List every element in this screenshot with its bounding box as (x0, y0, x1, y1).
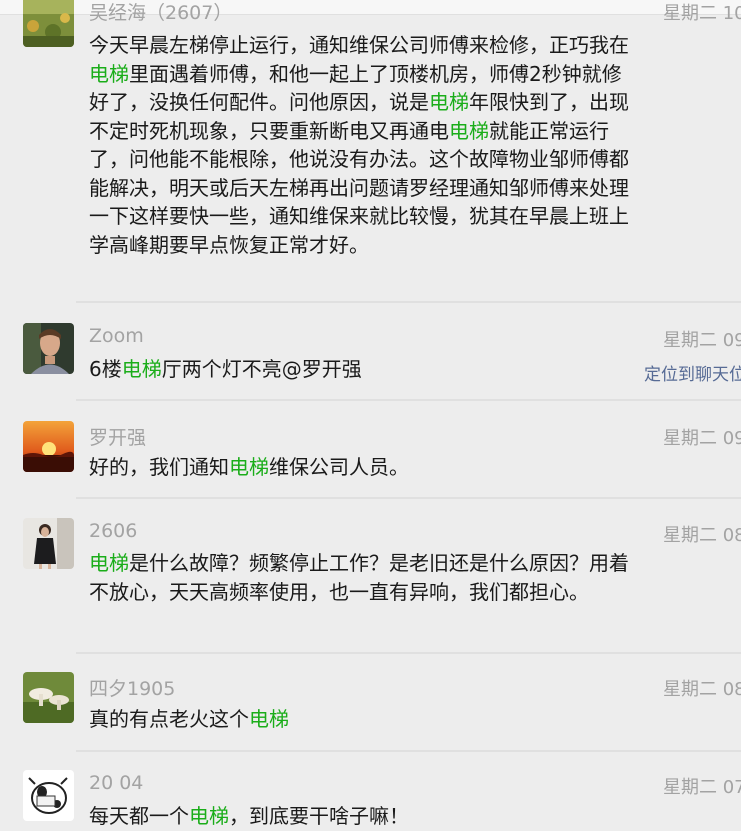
message-item[interactable]: 罗开强 星期二 09 好的，我们通知电梯维保公司人员。 (0, 401, 741, 499)
sender-name: 20 04 (89, 772, 144, 794)
message-item[interactable]: 2606 星期二 08 电梯是什么故障？频繁停止工作？是老旧还是什么原因？用着不… (0, 499, 741, 654)
avatar[interactable] (23, 323, 74, 374)
message-text-segment: 是什么故障？频繁停止工作？是老旧还是什么原因？用着不放心，天天高频率使用，也一直… (89, 551, 629, 604)
message-text-segment: 每天都一个 (89, 804, 189, 828)
grass-field-avatar-image (23, 0, 74, 47)
avatar[interactable] (23, 0, 74, 47)
message-time: 星期二 09 (663, 330, 741, 351)
message-text-segment: 6楼 (89, 357, 122, 381)
chat-history-search-results: 吴经海（2607） 星期二 10 今天早晨左梯停止运行，通知维保公司师傅来检修，… (0, 0, 741, 831)
keyword-highlight: 电梯 (429, 90, 469, 114)
cartoon-cow-avatar-image (23, 770, 74, 821)
message-text: 真的有点老火这个电梯 (89, 705, 634, 734)
keyword-highlight: 电梯 (229, 455, 269, 479)
message-text: 今天早晨左梯停止运行，通知维保公司师傅来检修，正巧我在电梯里面遇着师傅，和他一起… (89, 31, 634, 259)
message-text-segment: 真的有点老火这个 (89, 707, 249, 731)
message-text-segment: 今天早晨左梯停止运行，通知维保公司师傅来检修，正巧我在 (89, 33, 629, 57)
keyword-highlight: 电梯 (249, 707, 289, 731)
sender-name: 罗开强 (89, 427, 147, 449)
sender-name: Zoom (89, 325, 144, 347)
message-text: 每天都一个电梯，到底要干啥子嘛！ (89, 802, 634, 831)
man-portrait-avatar-image (23, 323, 74, 374)
avatar[interactable] (23, 518, 74, 569)
keyword-highlight: 电梯 (89, 551, 129, 575)
woman-dark-dress-avatar-image (23, 518, 74, 569)
avatar[interactable] (23, 421, 74, 472)
keyword-highlight: 电梯 (449, 118, 489, 143)
sender-name: 四夕1905 (89, 678, 176, 700)
locate-in-chat-link[interactable]: 定位到聊天位 (644, 360, 741, 385)
message-text-segment: 厅两个灯不亮@罗开强 (161, 357, 362, 381)
message-text: 6楼电梯厅两个灯不亮@罗开强 (89, 355, 634, 384)
message-item[interactable]: 吴经海（2607） 星期二 10 今天早晨左梯停止运行，通知维保公司师傅来检修，… (0, 0, 741, 304)
sunset-avatar-image (23, 421, 74, 472)
message-time: 星期二 09 (663, 428, 741, 449)
sender-name: 2606 (89, 520, 138, 542)
keyword-highlight: 电梯 (89, 61, 129, 86)
keyword-highlight: 电梯 (189, 804, 229, 828)
message-text-segment: 维保公司人员。 (269, 455, 409, 479)
message-item[interactable]: 四夕1905 星期二 08 真的有点老火这个电梯 (0, 654, 741, 752)
message-time: 星期二 07 (663, 777, 741, 798)
avatar[interactable] (23, 770, 74, 821)
message-time: 星期二 10 (663, 3, 741, 24)
keyword-highlight: 电梯 (121, 357, 162, 381)
sender-name: 吴经海（2607） (89, 2, 233, 24)
message-time: 星期二 08 (663, 525, 741, 546)
avatar[interactable] (23, 672, 74, 723)
message-text-segment: 好的，我们通知 (89, 455, 229, 479)
message-text: 好的，我们通知电梯维保公司人员。 (89, 453, 634, 482)
message-time: 星期二 08 (663, 679, 741, 700)
message-text: 电梯是什么故障？频繁停止工作？是老旧还是什么原因？用着不放心，天天高频率使用，也… (89, 549, 634, 606)
mushrooms-avatar-image (23, 672, 74, 723)
message-text-segment: ，到底要干啥子嘛！ (229, 804, 409, 828)
message-item[interactable]: 20 04 星期二 07 每天都一个电梯，到底要干啥子嘛！ (0, 752, 741, 831)
message-item[interactable]: Zoom 星期二 09 6楼电梯厅两个灯不亮@罗开强 定位到聊天位 (0, 303, 741, 401)
